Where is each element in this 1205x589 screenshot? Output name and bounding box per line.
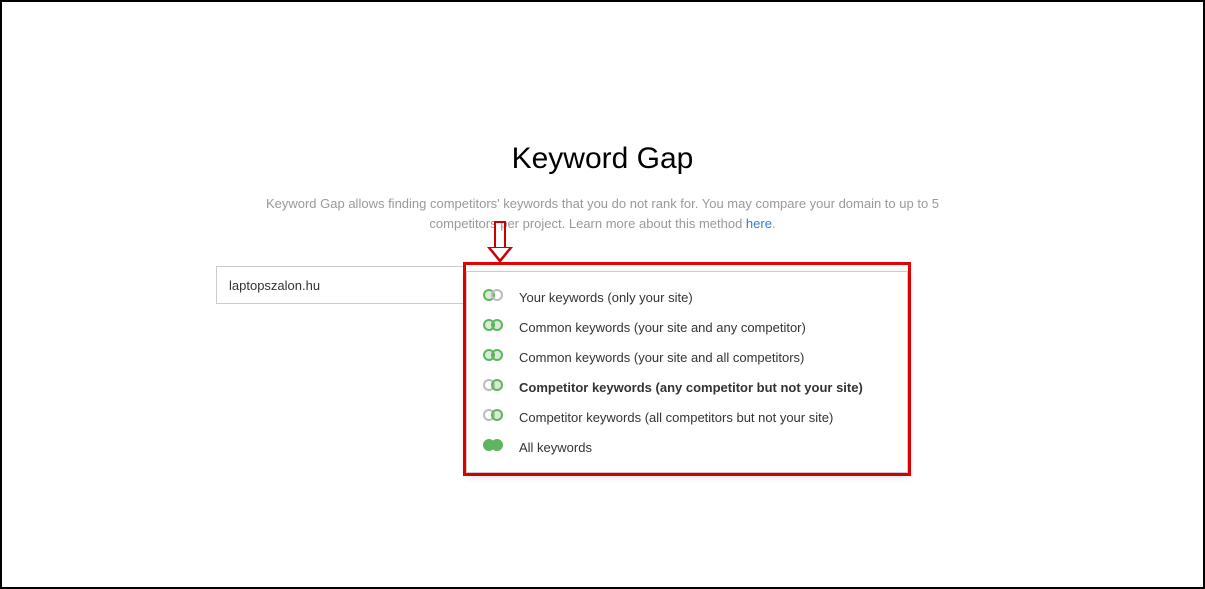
venn-icon	[483, 409, 509, 425]
description: Keyword Gap allows finding competitors' …	[243, 194, 963, 233]
dropdown-item-4[interactable]: Competitor keywords (all competitors but…	[467, 402, 907, 432]
venn-icon	[483, 319, 509, 335]
page-title: Keyword Gap	[2, 142, 1203, 176]
venn-icon	[483, 439, 509, 455]
venn-icon	[483, 349, 509, 365]
dropdown-item-1[interactable]: Common keywords (your site and any compe…	[467, 312, 907, 342]
dropdown-item-label: Competitor keywords (any competitor but …	[519, 380, 863, 395]
period: .	[772, 216, 776, 231]
learn-more-link[interactable]: here	[746, 216, 772, 231]
desc-line2: competitors per project. Learn more abou…	[429, 216, 746, 231]
dropdown-item-label: Your keywords (only your site)	[519, 290, 693, 305]
dropdown-item-label: Competitor keywords (all competitors but…	[519, 410, 833, 425]
dropdown-item-3[interactable]: Competitor keywords (any competitor but …	[467, 372, 907, 402]
dropdown-item-0[interactable]: Your keywords (only your site)	[467, 282, 907, 312]
dropdown-highlight: Your keywords (only your site) Common key…	[463, 262, 911, 476]
dropdown-item-5[interactable]: All keywords	[467, 432, 907, 462]
domain-input[interactable]	[216, 266, 464, 304]
venn-icon	[483, 289, 509, 305]
venn-icon	[483, 379, 509, 395]
input-row	[216, 266, 464, 304]
dropdown-item-2[interactable]: Common keywords (your site and all compe…	[467, 342, 907, 372]
dropdown-item-label: Common keywords (your site and any compe…	[519, 320, 806, 335]
annotation-arrow-icon	[489, 221, 511, 265]
dropdown-menu: Your keywords (only your site) Common key…	[466, 271, 908, 473]
desc-line1: Keyword Gap allows finding competitors' …	[266, 196, 939, 211]
main-panel: Keyword Gap Keyword Gap allows finding c…	[2, 2, 1203, 233]
dropdown-item-label: Common keywords (your site and all compe…	[519, 350, 804, 365]
dropdown-item-label: All keywords	[519, 440, 592, 455]
